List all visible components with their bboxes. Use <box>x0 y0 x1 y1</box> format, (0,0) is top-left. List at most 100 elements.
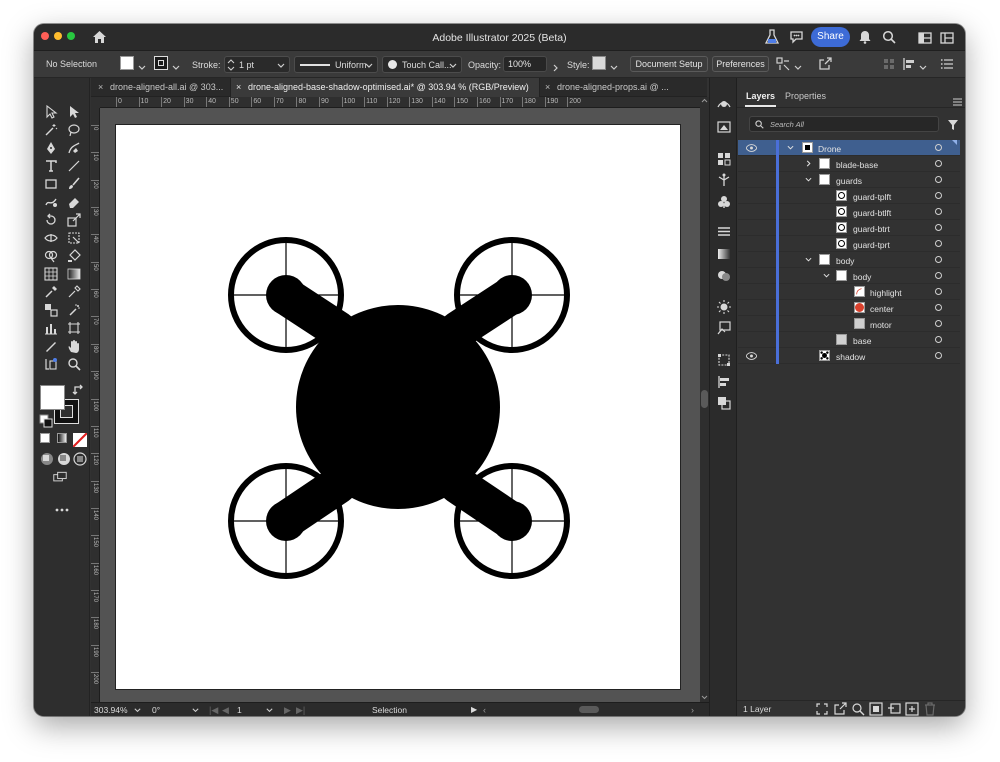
layer-name[interactable]: center <box>870 304 894 314</box>
column-graph-tool-icon[interactable] <box>44 321 58 335</box>
gradient-tool-icon[interactable] <box>67 267 81 281</box>
layer-row-guard-btlft[interactable]: guard-btlft <box>738 204 960 220</box>
locate-object-icon[interactable] <box>833 702 847 715</box>
align-panel-icon[interactable] <box>717 375 731 389</box>
layer-name[interactable]: motor <box>870 320 892 330</box>
opacity-chevron-right-icon[interactable] <box>551 60 561 72</box>
vertical-scroll-thumb[interactable] <box>701 390 708 408</box>
rotate-tool-icon[interactable] <box>44 213 58 227</box>
style-swatch[interactable] <box>592 56 606 70</box>
swap-fill-stroke-icon[interactable] <box>72 383 83 395</box>
transparency-panel-icon[interactable] <box>717 269 731 283</box>
arrange-icon[interactable] <box>940 31 954 44</box>
variable-width-profile[interactable]: Uniform <box>294 56 378 73</box>
artboard[interactable] <box>116 125 680 689</box>
eraser-tool-icon[interactable] <box>67 195 81 209</box>
scale-tool-icon[interactable] <box>67 213 81 227</box>
comments-icon[interactable] <box>789 30 804 44</box>
direct-selection-tool-icon[interactable] <box>67 105 81 119</box>
layer-name[interactable]: blade-base <box>836 160 878 170</box>
workspace-icon[interactable] <box>918 31 932 44</box>
image-trace-icon[interactable] <box>717 321 731 335</box>
layer-row-drone[interactable]: Drone <box>738 140 960 156</box>
live-paint-bucket-icon[interactable] <box>67 249 81 263</box>
stroke-weight-value[interactable]: 1 pt <box>239 61 254 70</box>
rectangle-tool-icon[interactable] <box>44 177 58 191</box>
close-tab-icon[interactable]: × <box>545 83 550 92</box>
delete-layer-icon[interactable] <box>923 702 935 716</box>
layer-name[interactable]: guard-btlft <box>853 208 891 218</box>
create-new-layer-icon[interactable] <box>905 702 919 716</box>
layer-row-motor[interactable]: motor <box>738 316 960 332</box>
stroke-dropdown-chevron-icon[interactable] <box>171 60 181 70</box>
status-menu-arrow-icon[interactable]: ▶ <box>471 706 477 714</box>
document-tab[interactable]: × drone-aligned-props.ai @ ... <box>540 78 675 97</box>
align-left-icon[interactable] <box>902 57 916 71</box>
layer-row-highlight[interactable]: highlight <box>738 284 960 300</box>
artboards-panel-icon[interactable] <box>717 152 731 166</box>
layers-search-field[interactable]: Search All <box>749 116 939 132</box>
free-transform-tool-icon[interactable] <box>67 231 81 245</box>
layer-name[interactable]: base <box>853 336 871 346</box>
blend-tool-icon[interactable] <box>44 303 58 317</box>
target-indicator[interactable] <box>935 336 942 343</box>
slice-tool-icon[interactable] <box>44 339 58 353</box>
canvas-area[interactable] <box>100 108 700 702</box>
target-indicator[interactable] <box>935 240 942 247</box>
layer-row-shadow[interactable]: shadow <box>738 348 960 364</box>
notifications-icon[interactable] <box>859 30 871 44</box>
export-icon[interactable] <box>818 57 832 71</box>
flask-icon[interactable] <box>764 29 780 45</box>
zoom-tool-icon[interactable] <box>67 357 81 371</box>
hand-tool-icon[interactable] <box>67 339 81 353</box>
target-indicator[interactable] <box>935 256 942 263</box>
quick-actions-icon[interactable] <box>776 57 790 71</box>
selection-tool-icon[interactable] <box>44 104 58 119</box>
symbols-panel-icon[interactable] <box>717 195 731 209</box>
target-indicator[interactable] <box>935 144 942 151</box>
scroll-right-icon[interactable]: › <box>691 706 694 715</box>
target-indicator[interactable] <box>935 192 942 199</box>
color-guide-icon[interactable] <box>717 300 731 314</box>
fill-swatch[interactable] <box>120 56 134 70</box>
draw-inside-icon[interactable] <box>73 452 87 466</box>
collect-for-export-icon[interactable] <box>815 702 828 715</box>
document-tab-active[interactable]: × drone-aligned-base-shadow-optimised.ai… <box>231 78 540 97</box>
layer-row-body-inner[interactable]: body <box>738 268 960 284</box>
panel-menu-icon[interactable] <box>940 57 954 71</box>
symbol-sprayer-icon[interactable] <box>67 303 81 317</box>
tab-properties[interactable]: Properties <box>785 92 826 101</box>
share-button[interactable]: Share <box>811 27 850 47</box>
color-mode-button[interactable] <box>40 433 50 443</box>
layer-row-guard-tplft[interactable]: guard-tplft <box>738 188 960 204</box>
layer-name[interactable]: highlight <box>870 288 902 298</box>
next-artboard-icon[interactable]: ▶ <box>284 706 291 715</box>
fill-dropdown-chevron-icon[interactable] <box>137 60 147 70</box>
edit-toolbar-more-icon[interactable] <box>55 499 69 512</box>
shape-builder-tool-icon[interactable] <box>44 249 58 263</box>
align-chevron-icon[interactable] <box>918 60 928 70</box>
libraries-panel-icon[interactable] <box>717 120 731 134</box>
target-indicator[interactable] <box>935 288 942 295</box>
draw-normal-icon[interactable] <box>40 452 53 465</box>
perspective-grid-tool-icon[interactable] <box>44 267 58 281</box>
target-indicator[interactable] <box>935 208 942 215</box>
panel-options-icon[interactable] <box>953 93 962 106</box>
target-indicator[interactable] <box>935 160 942 167</box>
create-sublayer-icon[interactable] <box>869 702 883 716</box>
brush-definition[interactable]: Touch Call... <box>382 56 462 73</box>
quick-actions-chevron-icon[interactable] <box>793 60 803 70</box>
document-tab[interactable]: × drone-aligned-all.ai @ 303... <box>91 78 231 97</box>
target-indicator[interactable] <box>935 352 942 359</box>
measure-eyedropper-icon[interactable] <box>67 285 81 299</box>
shaper-tool-icon[interactable] <box>44 195 58 209</box>
target-indicator[interactable] <box>935 176 942 183</box>
lasso-tool-icon[interactable] <box>67 123 81 137</box>
eyedropper-tool-icon[interactable] <box>44 285 58 299</box>
magic-wand-tool-icon[interactable] <box>44 123 58 137</box>
pathfinder-panel-icon[interactable] <box>717 396 731 410</box>
horizontal-ruler[interactable]: 0 10 20 30 40 50 60 70 80 90 100 110 120 130 140 150 160… <box>100 97 700 108</box>
draw-behind-icon[interactable] <box>57 452 70 465</box>
layer-row-guards[interactable]: guards <box>738 172 960 188</box>
paintbrush-tool-icon[interactable] <box>67 177 81 191</box>
